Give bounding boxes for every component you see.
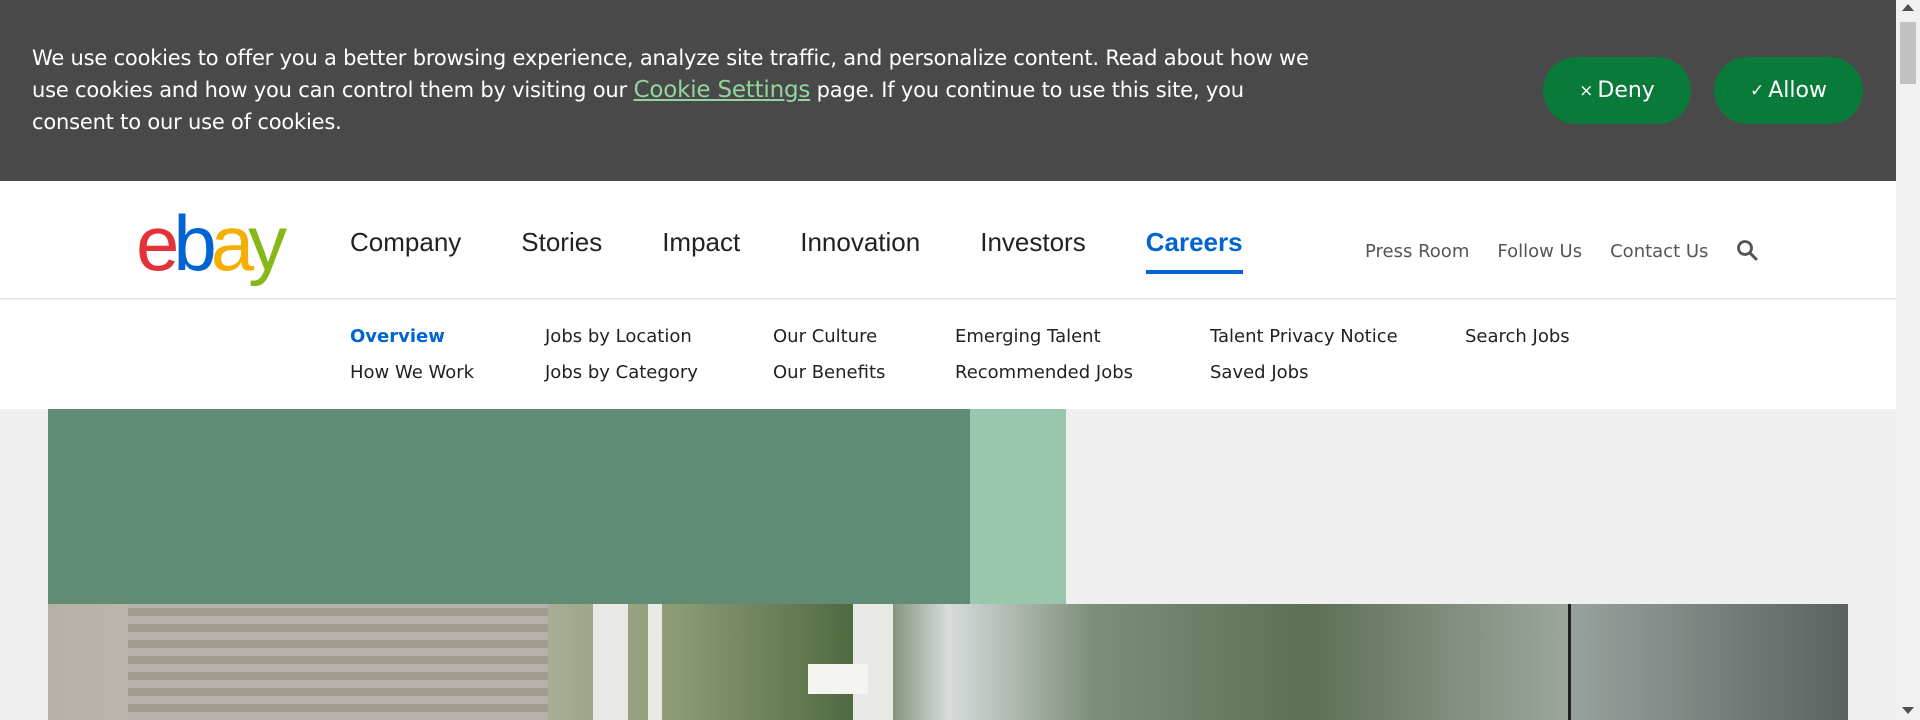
sub-nav-recommended-jobs[interactable]: Recommended Jobs [955,362,1133,383]
photo-window [1568,604,1848,720]
follow-us-link[interactable]: Follow Us [1497,241,1582,262]
sub-nav-saved-jobs[interactable]: Saved Jobs [1210,362,1308,383]
photo-walkway [128,604,548,720]
check-icon: ✓ [1750,80,1765,101]
photo-lamp [808,664,868,694]
nav-company[interactable]: Company [350,227,461,258]
deny-button[interactable]: × Deny [1543,57,1691,124]
contact-us-link[interactable]: Contact Us [1610,241,1708,262]
cookie-settings-link[interactable]: Cookie Settings [633,77,810,103]
logo-letter-b: b [173,199,216,287]
sub-nav-how-we-work[interactable]: How We Work [350,362,474,383]
nav-stories[interactable]: Stories [521,227,602,258]
sub-nav-search-jobs[interactable]: Search Jobs [1465,326,1570,347]
nav-investors[interactable]: Investors [980,227,1086,258]
sub-nav-jobs-by-location[interactable]: Jobs by Location [545,326,692,347]
sub-nav-jobs-by-category[interactable]: Jobs by Category [545,362,698,383]
logo-letter-y: y [248,199,287,287]
sub-nav-overview[interactable]: Overview [350,326,445,347]
cookie-message: We use cookies to offer you a better bro… [32,42,1332,138]
nav-impact[interactable]: Impact [662,227,740,258]
scroll-thumb[interactable] [1900,22,1916,84]
search-icon[interactable] [1736,239,1758,261]
sub-nav-our-benefits[interactable]: Our Benefits [773,362,885,383]
photo-column [648,604,662,720]
logo-letter-a: a [210,199,254,287]
logo-letter-e: e [136,199,179,287]
press-room-link[interactable]: Press Room [1365,241,1469,262]
sub-nav-talent-privacy-notice[interactable]: Talent Privacy Notice [1210,326,1398,347]
close-icon: × [1579,80,1594,101]
main-nav: Company Stories Impact Innovation Invest… [350,227,1303,274]
photo-column [853,604,893,720]
hero-green-block [48,409,970,604]
allow-button[interactable]: ✓ Allow [1714,57,1863,124]
photo-column [593,604,628,720]
vertical-scrollbar[interactable] [1896,0,1920,720]
sub-nav-our-culture[interactable]: Our Culture [773,326,877,347]
nav-careers[interactable]: Careers [1145,227,1243,274]
scroll-up-arrow-icon[interactable] [1902,4,1914,11]
site-header: ebay Company Stories Impact Innovation I… [0,181,1896,299]
nav-innovation[interactable]: Innovation [800,227,920,258]
utility-nav: Press Room Follow Us Contact Us [1365,241,1708,262]
ebay-logo[interactable]: ebay [136,199,287,287]
allow-label: Allow [1768,78,1827,103]
hero-image [48,604,1848,720]
careers-sub-nav: Overview How We Work Jobs by Location Jo… [0,300,1896,409]
deny-label: Deny [1597,78,1655,103]
cookie-banner: We use cookies to offer you a better bro… [0,0,1896,181]
scroll-down-arrow-icon[interactable] [1902,707,1914,714]
sub-nav-emerging-talent[interactable]: Emerging Talent [955,326,1101,347]
hero-accent-block [970,409,1066,604]
